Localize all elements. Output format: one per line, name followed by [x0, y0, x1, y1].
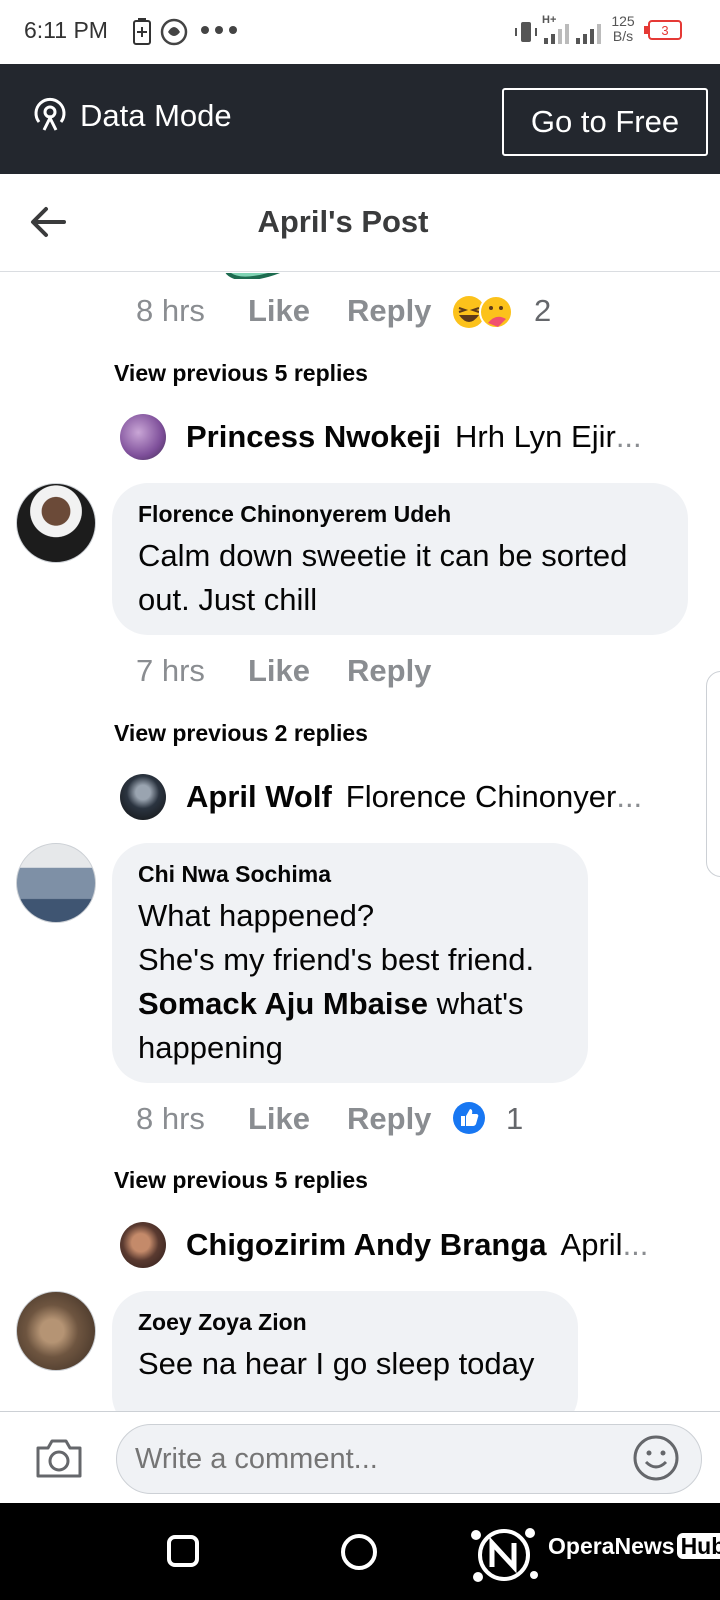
side-panel-handle[interactable] [706, 671, 720, 877]
comment-text-line: happening [138, 1030, 283, 1065]
camera-icon[interactable] [34, 1436, 84, 1480]
sticker-image [225, 273, 280, 279]
comment-text-line: See na hear I go sleep today [138, 1346, 535, 1381]
signal-strength-icon-1 [544, 24, 569, 44]
emoji-icon[interactable] [632, 1434, 680, 1482]
reply-preview-text: April [560, 1227, 623, 1262]
reaction-icons[interactable] [452, 295, 516, 329]
page-title: April's Post [257, 204, 429, 239]
reply-link[interactable]: Reply [347, 293, 431, 329]
watermark-text: OperaNews [548, 1533, 675, 1559]
recent-apps-icon[interactable] [166, 1534, 200, 1568]
reply-link[interactable]: Reply [347, 653, 431, 689]
battery-tip [644, 26, 648, 34]
network-speed-value: 125 [611, 13, 635, 29]
signal-strength-icon-2 [576, 24, 601, 44]
comment-input[interactable] [116, 1424, 702, 1494]
watermark-hub: Hub [676, 1533, 720, 1559]
battery-saver-icon [133, 18, 151, 45]
comment-text-line: What happened? [138, 898, 375, 933]
comment-text-line: Calm down sweetie it can be sorted [138, 538, 628, 573]
mention-link[interactable]: Somack Aju Mbaise [138, 986, 428, 1021]
view-previous-replies-link[interactable]: View previous 2 replies [114, 720, 368, 747]
care-emoji-icon [479, 295, 513, 329]
reply-author-name[interactable]: April Wolf [186, 779, 332, 815]
reply-preview-ellipsis: ... [622, 1227, 649, 1262]
reply-preview-text: Hrh Lyn Ejir [455, 419, 616, 454]
comment-text-line: Somack Aju Mbaise what's [138, 982, 562, 1026]
comment-author[interactable]: Chi Nwa Sochima [138, 861, 562, 888]
view-previous-replies-link[interactable]: View previous 5 replies [114, 1167, 368, 1194]
comment-bubble[interactable]: Zoey Zoya Zion See na hear I go sleep to… [112, 1291, 578, 1411]
view-previous-replies-link[interactable]: View previous 5 replies [114, 360, 368, 387]
reply-preview-ellipsis: ... [615, 419, 642, 454]
reply-preview-text: Florence Chinonyer [345, 779, 617, 814]
vibrate-icon [515, 22, 537, 42]
system-navigation-bar: OperaNews Hub [0, 1503, 720, 1600]
comment-bubble[interactable]: Chi Nwa Sochima What happened? She's my … [112, 843, 588, 1083]
comment-text-fragment: what's [428, 986, 524, 1021]
avatar[interactable] [120, 414, 166, 460]
comment-time: 8 hrs [136, 1101, 205, 1136]
comment-text: Calm down sweetie it can be sorted out. … [138, 534, 662, 622]
comments-feed[interactable]: 8 hrs Like Reply 2 View previous 5 repli… [0, 273, 720, 1411]
comment-author[interactable]: Florence Chinonyerem Udeh [138, 501, 662, 528]
avatar[interactable] [120, 774, 166, 820]
like-link[interactable]: Like [248, 1101, 310, 1137]
reply-preview[interactable]: April Wolf Florence Chinonyer ... [120, 773, 642, 821]
home-icon[interactable] [340, 1533, 378, 1571]
like-link[interactable]: Like [248, 653, 310, 689]
comment-text: See na hear I go sleep today [138, 1342, 552, 1386]
battery-level: 3 [661, 22, 669, 38]
reply-author-name[interactable]: Princess Nwokeji [186, 419, 441, 455]
avatar[interactable] [120, 1222, 166, 1268]
like-reaction-icon[interactable] [452, 1101, 486, 1135]
operanews-logo-icon [471, 1528, 538, 1582]
avatar[interactable] [16, 843, 96, 923]
comment-time: 7 hrs [136, 653, 205, 688]
reply-preview[interactable]: Princess Nwokeji Hrh Lyn Ejir ... [120, 413, 642, 461]
network-speed: 125 B/s [608, 14, 638, 44]
comment-bubble[interactable]: Florence Chinonyerem Udeh Calm down swee… [112, 483, 688, 635]
comment-text-line: out. Just chill [138, 582, 318, 617]
avatar[interactable] [16, 1291, 96, 1371]
avatar[interactable] [16, 483, 96, 563]
data-mode-label: Data Mode [80, 98, 232, 133]
like-link[interactable]: Like [248, 293, 310, 329]
reply-preview[interactable]: Chigozirim Andy Branga April ... [120, 1221, 648, 1269]
comment-text-line: She's my friend's best friend. [138, 942, 535, 977]
data-mode-icon [34, 97, 66, 131]
reaction-count[interactable]: 2 [534, 293, 551, 329]
more-notifications-icon [201, 26, 237, 34]
comment-author[interactable]: Zoey Zoya Zion [138, 1309, 552, 1336]
go-to-free-button[interactable]: Go to Free [502, 88, 708, 156]
watermark: OperaNews Hub [548, 1533, 720, 1560]
reaction-count[interactable]: 1 [506, 1101, 523, 1137]
status-time: 6:11 PM [24, 17, 108, 43]
comment-text: What happened? She's my friend's best fr… [138, 894, 562, 1070]
comment-time: 8 hrs [136, 293, 205, 328]
network-speed-unit: B/s [612, 28, 634, 44]
app-notification-icon [160, 18, 188, 46]
comment-composer [0, 1411, 720, 1503]
reply-author-name[interactable]: Chigozirim Andy Branga [186, 1227, 547, 1263]
battery-icon: 3 [648, 20, 682, 40]
data-mode-bar: Data Mode Go to Free [0, 64, 720, 174]
reply-preview-ellipsis: ... [616, 779, 643, 814]
status-bar: 6:11 PM H+ 125 B/s 3 [0, 0, 720, 64]
post-header: April's Post [0, 174, 720, 272]
reply-link[interactable]: Reply [347, 1101, 431, 1137]
